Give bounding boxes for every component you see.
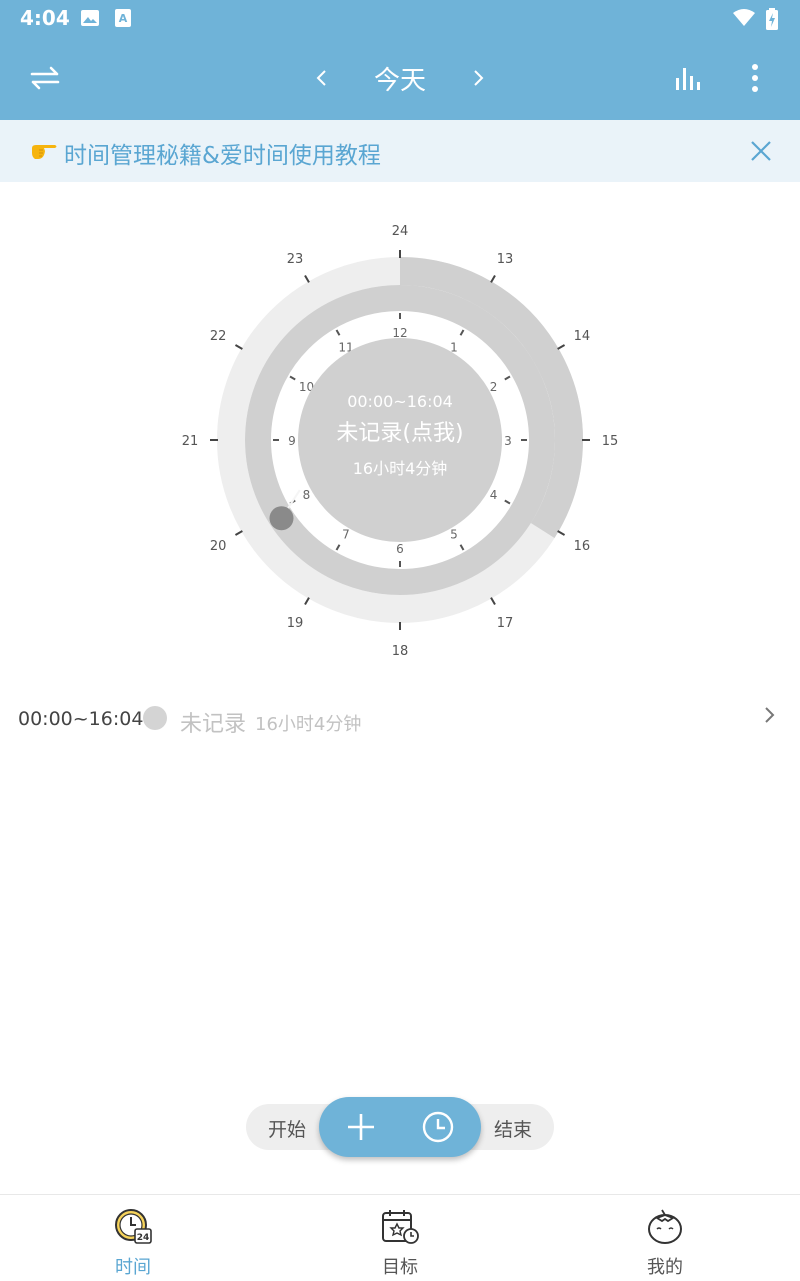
tomato-icon — [648, 1209, 682, 1244]
wifi-icon — [732, 8, 756, 32]
status-time: 4:04 — [20, 6, 70, 30]
quick-actions-fab — [319, 1097, 481, 1157]
inner-hour-label: 9 — [288, 434, 296, 448]
record-duration: 16小时4分钟 — [255, 714, 362, 735]
statistics-button[interactable] — [665, 54, 713, 102]
inner-hour-label: 2 — [490, 380, 498, 394]
nav-label-time: 时间 — [115, 1257, 151, 1278]
outer-tick — [234, 344, 243, 350]
plus-icon — [348, 1114, 374, 1140]
previous-day-button[interactable] — [298, 54, 346, 102]
tutorial-banner[interactable]: 时间管理秘籍&爱时间使用教程 — [0, 120, 800, 182]
outer-hour-label: 22 — [210, 329, 227, 344]
current-time-marker — [269, 506, 294, 531]
outer-tick — [490, 274, 496, 283]
svg-text:A: A — [119, 12, 128, 25]
inner-hour-label: 8 — [303, 488, 311, 502]
page-title[interactable]: 今天 — [350, 60, 450, 97]
outer-hour-label: 17 — [497, 616, 514, 631]
outer-hour-label: 15 — [602, 434, 619, 449]
record-label: 未记录 — [180, 712, 247, 737]
start-button[interactable]: 开始 — [268, 1115, 306, 1142]
outer-tick — [234, 530, 243, 536]
outer-hour-label: 21 — [182, 434, 199, 449]
status-bar: 4:04 A — [0, 0, 800, 36]
inner-hour-label: 6 — [396, 542, 404, 556]
chevron-left-icon — [316, 70, 326, 86]
outer-tick — [304, 597, 310, 606]
nav-label-goals: 目标 — [382, 1257, 418, 1278]
nav-item-mine[interactable]: 我的 — [605, 1207, 725, 1279]
next-day-button[interactable] — [454, 54, 502, 102]
outer-hour-label: 13 — [497, 252, 514, 267]
day-clock-dial[interactable]: 24 13 14 15 16 17 18 19 20 21 22 23 12 1 2 3 4 5 6 7 8 9 10 11 … — [180, 220, 620, 664]
inner-hour-label: 7 — [342, 528, 350, 542]
clock-icon — [422, 1111, 454, 1143]
outer-hour-label: 19 — [287, 616, 304, 631]
inner-hour-label: 12 — [392, 326, 407, 340]
outer-hour-label: 14 — [574, 329, 591, 344]
dial-center-range: 00:00~16:04 — [347, 392, 453, 411]
record-time-range: 00:00~16:04 — [18, 708, 144, 730]
dial-center-label: 未记录(点我) — [336, 421, 463, 446]
clock-24-icon: 24 — [115, 1209, 152, 1244]
calendar-target-icon — [382, 1210, 419, 1244]
add-record-button[interactable] — [345, 1111, 377, 1147]
more-options-button[interactable] — [731, 54, 779, 102]
outer-tick — [304, 274, 310, 283]
app-bar: 今天 — [0, 36, 800, 120]
start-timer-button[interactable] — [421, 1110, 455, 1148]
banner-text[interactable]: 时间管理秘籍&爱时间使用教程 — [64, 136, 381, 170]
nav-label-mine: 我的 — [647, 1257, 683, 1278]
svg-text:24: 24 — [137, 1233, 150, 1243]
pointing-hand-icon — [30, 138, 58, 166]
close-icon — [751, 141, 771, 161]
record-list-item[interactable]: 00:00~16:04 未记录 16小时4分钟 — [0, 696, 800, 742]
record-color-dot — [143, 706, 167, 730]
outer-tick — [557, 530, 566, 536]
inner-hour-label: 3 — [504, 434, 512, 448]
bottom-navigation: 24 时间 目标 我的 — [0, 1194, 800, 1281]
clock-dial-graphic: 241314151617181920212223121234567891011 … — [182, 224, 619, 659]
battery-charging-icon — [766, 8, 778, 34]
outer-tick — [490, 597, 496, 606]
chevron-right-icon — [474, 70, 484, 86]
outer-hour-label: 18 — [392, 644, 409, 659]
outer-tick — [557, 344, 566, 350]
bar-chart-icon — [676, 68, 700, 90]
inner-hour-label: 5 — [450, 528, 458, 542]
outer-hour-label: 24 — [392, 224, 409, 239]
close-banner-button[interactable] — [740, 130, 782, 172]
inner-hour-label: 4 — [490, 488, 498, 502]
chevron-right-icon — [762, 704, 776, 730]
switch-view-button[interactable] — [21, 54, 69, 102]
image-notification-icon — [80, 8, 100, 32]
nav-item-goals[interactable]: 目标 — [340, 1207, 460, 1279]
dial-center-duration: 16小时4分钟 — [353, 459, 448, 478]
nav-item-time[interactable]: 24 时间 — [73, 1207, 193, 1279]
swap-arrows-icon — [30, 66, 60, 90]
outer-hour-label: 20 — [210, 539, 227, 554]
translate-notification-icon: A — [114, 8, 132, 32]
end-button[interactable]: 结束 — [494, 1115, 532, 1142]
outer-hour-label: 23 — [287, 252, 304, 267]
more-vertical-icon — [752, 64, 758, 92]
outer-hour-label: 16 — [574, 539, 591, 554]
